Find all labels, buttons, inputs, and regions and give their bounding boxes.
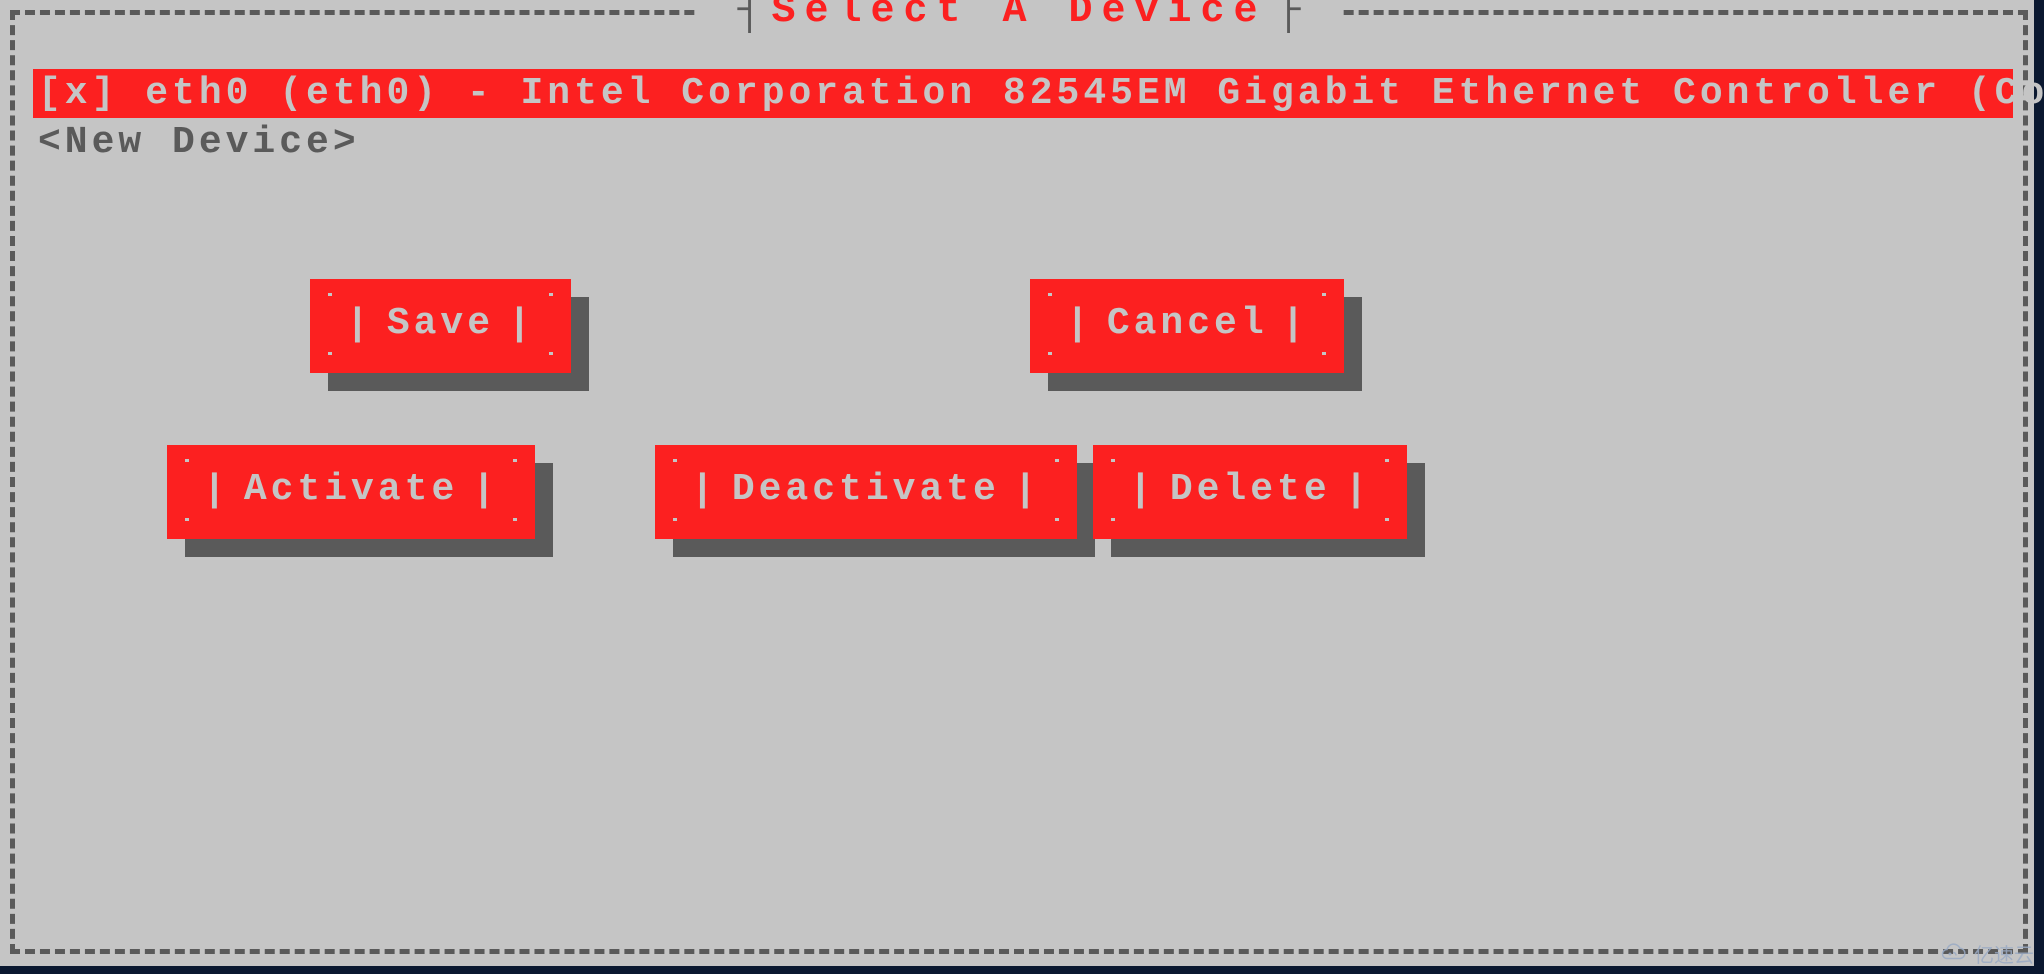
save-button[interactable]: | Save | bbox=[310, 279, 571, 373]
dialog-title: Select A Device bbox=[771, 0, 1266, 34]
button-pipe: | bbox=[508, 303, 535, 346]
button-border-icon bbox=[549, 293, 553, 355]
button-border-icon bbox=[1048, 293, 1052, 355]
delete-button[interactable]: | Delete | bbox=[1093, 445, 1407, 539]
device-item-eth0[interactable]: [x] eth0 (eth0) - Intel Corporation 8254… bbox=[33, 69, 2013, 118]
deactivate-button[interactable]: | Deactivate | bbox=[655, 445, 1077, 539]
button-border-icon bbox=[1111, 459, 1115, 521]
cancel-button[interactable]: | Cancel | bbox=[1030, 279, 1344, 373]
watermark-text: 亿速云 bbox=[1974, 939, 2034, 968]
button-pipe: | bbox=[1345, 469, 1372, 512]
button-pipe: | bbox=[203, 469, 230, 512]
button-pipe: | bbox=[1014, 469, 1041, 512]
cloud-icon bbox=[1938, 943, 1968, 965]
button-pipe: | bbox=[1066, 303, 1093, 346]
title-pipe-left: ┤ bbox=[737, 0, 761, 34]
button-pipe: | bbox=[472, 469, 499, 512]
button-border-icon bbox=[513, 459, 517, 521]
button-border-icon bbox=[328, 293, 332, 355]
button-border-icon bbox=[185, 459, 189, 521]
button-border-icon bbox=[1322, 293, 1326, 355]
button-pipe: | bbox=[1282, 303, 1309, 346]
device-item-new[interactable]: <New Device> bbox=[33, 118, 2013, 167]
activate-button[interactable]: | Activate | bbox=[167, 445, 535, 539]
device-list: [x] eth0 (eth0) - Intel Corporation 8254… bbox=[33, 69, 2013, 168]
delete-button-label: Delete bbox=[1170, 471, 1331, 509]
button-border-icon bbox=[673, 459, 677, 521]
cancel-button-label: Cancel bbox=[1107, 305, 1268, 343]
activate-button-label: Activate bbox=[244, 471, 458, 509]
button-pipe: | bbox=[1129, 469, 1156, 512]
button-pipe: | bbox=[691, 469, 718, 512]
watermark: 亿速云 bbox=[1938, 939, 2034, 968]
title-pipe-right: ├ bbox=[1277, 0, 1301, 34]
deactivate-button-label: Deactivate bbox=[732, 471, 1000, 509]
dialog-title-bar: ┤ Select A Device ├ bbox=[697, 0, 1340, 34]
button-pipe: | bbox=[346, 303, 373, 346]
dialog-panel: ┤ Select A Device ├ [x] eth0 (eth0) - Inte… bbox=[0, 0, 2034, 966]
button-border-icon bbox=[1385, 459, 1389, 521]
button-border-icon bbox=[1055, 459, 1059, 521]
save-button-label: Save bbox=[387, 305, 494, 343]
dialog-border: ┤Select A Device├ [x] eth0 (eth0) - Inte… bbox=[10, 10, 2028, 954]
